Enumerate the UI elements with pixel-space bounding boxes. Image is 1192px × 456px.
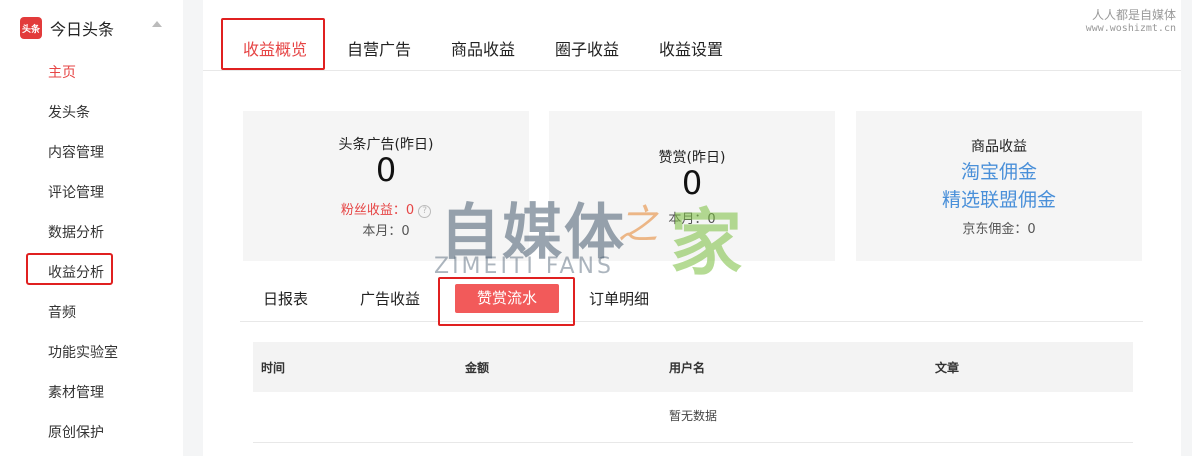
sidebar-item-analytics[interactable]: 数据分析 [0,213,183,253]
month-total: 本月：0 [362,224,410,239]
table-header: 时间 金额 用户名 文章 [253,342,1133,392]
fans-revenue-line: 粉丝收益：0? [243,199,529,218]
sidebar-item-materials[interactable]: 素材管理 [0,373,183,413]
month-total: 本月：0 [668,212,716,227]
reward-card: 赞赏(昨日) 0 本月：0 [549,111,835,261]
sidebar-item-content[interactable]: 内容管理 [0,133,183,173]
brand[interactable]: 头条 今日头条 [20,14,114,42]
column-username: 用户名 [669,361,706,375]
sidebar-item-comments[interactable]: 评论管理 [0,173,183,213]
column-amount: 金额 [465,361,490,375]
corner-line1: 人人都是自媒体 [1091,8,1176,22]
reward-flow-highlight-box [438,277,575,326]
sidebar-item-home[interactable]: 主页 [0,53,183,93]
card-title: 商品收益 [971,139,1027,155]
overview-highlight-box [221,18,325,70]
column-time: 时间 [261,361,286,375]
detail-tabs: 日报表 广告收益 赞赏流水 订单明细 [240,270,1143,322]
tab-order-detail[interactable]: 订单明细 [589,288,649,309]
corner-line2: www.woshizmt.cn [1085,23,1176,34]
sidebar-item-original[interactable]: 原创保护 [0,413,183,453]
tab-goods-revenue[interactable]: 商品收益 [451,36,515,60]
column-article: 文章 [935,361,960,375]
toutiao-logo-icon: 头条 [20,17,42,39]
brand-name: 今日头条 [50,20,115,39]
card-value: 0 [375,151,397,189]
sidebar: 头条 今日头条 主页 发头条 内容管理 评论管理 数据分析 收益分析 音频 功能… [0,0,183,456]
empty-state: 暂无数据 [253,392,1133,443]
card-value: 0 [681,164,703,202]
tab-revenue-settings[interactable]: 收益设置 [659,36,723,60]
sidebar-item-audio[interactable]: 音频 [0,293,183,333]
taobao-commission-link[interactable]: 淘宝佣金 [856,157,1142,184]
revenue-tabs: 收益概览 自营广告 商品收益 圈子收益 收益设置 [203,0,1181,71]
revenue-highlight-box [26,253,113,285]
tab-daily-report[interactable]: 日报表 [263,288,308,309]
tab-ad-revenue[interactable]: 广告收益 [360,288,420,309]
goods-revenue-card: 商品收益 淘宝佣金 精选联盟佣金 京东佣金：0 [856,111,1142,261]
fans-revenue: 粉丝收益：0 [340,203,415,218]
corner-watermark: 人人都是自媒体 www.woshizmt.cn [1086,6,1176,34]
sidebar-item-lab[interactable]: 功能实验室 [0,333,183,373]
collapse-caret-icon[interactable] [152,21,162,27]
ads-revenue-card: 头条广告(昨日) 0 粉丝收益：0? 本月：0 [243,111,529,261]
jd-commission: 京东佣金：0 [962,222,1036,237]
help-icon[interactable]: ? [418,205,432,218]
main-panel: 收益概览 自营广告 商品收益 圈子收益 收益设置 头条广告(昨日) 0 粉丝收益… [203,0,1181,456]
sidebar-item-publish[interactable]: 发头条 [0,93,183,133]
selected-alliance-link[interactable]: 精选联盟佣金 [856,185,1142,212]
tab-self-ads[interactable]: 自营广告 [347,36,411,60]
tab-circle-revenue[interactable]: 圈子收益 [555,36,619,60]
